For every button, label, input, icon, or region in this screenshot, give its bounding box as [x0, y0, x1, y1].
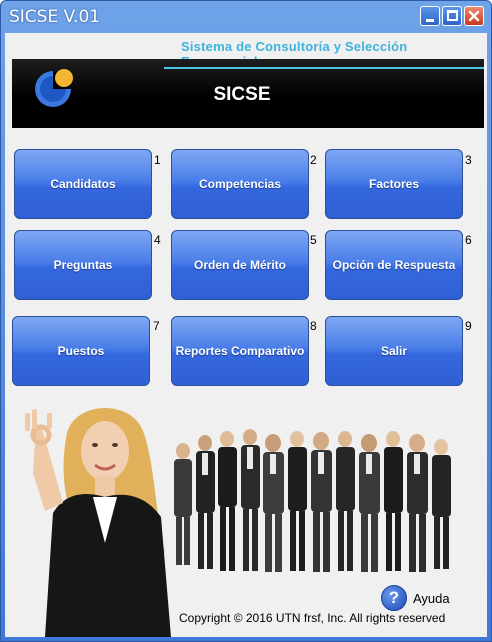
menu-number: 1 — [154, 153, 161, 167]
reportes-comparativo-button[interactable]: Reportes Comparativo — [171, 316, 309, 386]
opcion-de-respuesta-button[interactable]: Opción de Respuesta — [325, 230, 463, 300]
app-window: SICSE V.01 Sistema de Consultoría y Sele… — [0, 0, 492, 642]
factores-button[interactable]: Factores — [325, 149, 463, 219]
close-button[interactable] — [464, 6, 484, 26]
salir-button[interactable]: Salir — [325, 316, 463, 386]
minimize-button[interactable] — [420, 6, 440, 26]
puestos-button[interactable]: Puestos — [12, 316, 150, 386]
maximize-icon — [447, 10, 458, 21]
pie-logo-icon — [35, 69, 73, 107]
help-question-icon[interactable]: ? — [381, 585, 407, 611]
orden-de-merito-button[interactable]: Orden de Mérito — [171, 230, 309, 300]
header-banner: SICSE — [12, 59, 484, 128]
woman-ok-gesture — [25, 407, 171, 637]
menu-number: 7 — [153, 319, 160, 333]
business-group — [174, 429, 451, 572]
menu-number: 3 — [465, 153, 472, 167]
menu-number: 5 — [310, 233, 317, 247]
minimize-icon — [426, 19, 434, 22]
client-area: Sistema de Consultoría y Selección Empre… — [5, 33, 487, 637]
menu-number: 4 — [154, 233, 161, 247]
competencias-button[interactable]: Competencias — [171, 149, 309, 219]
menu-number: 8 — [310, 319, 317, 333]
menu-number: 2 — [310, 153, 317, 167]
menu-number: 9 — [465, 319, 472, 333]
candidatos-button[interactable]: Candidatos — [14, 149, 152, 219]
window-title: SICSE V.01 — [9, 7, 101, 27]
title-bar[interactable]: SICSE V.01 — [1, 1, 491, 33]
preguntas-button[interactable]: Preguntas — [14, 230, 152, 300]
banner-title: SICSE — [213, 84, 271, 105]
help-link[interactable]: Ayuda — [413, 591, 450, 606]
banner-divider — [164, 67, 484, 69]
copyright-text: Copyright © 2016 UTN frsf, Inc. All righ… — [179, 611, 446, 625]
menu-number: 6 — [465, 233, 472, 247]
close-icon — [468, 10, 480, 22]
maximize-button[interactable] — [442, 6, 462, 26]
